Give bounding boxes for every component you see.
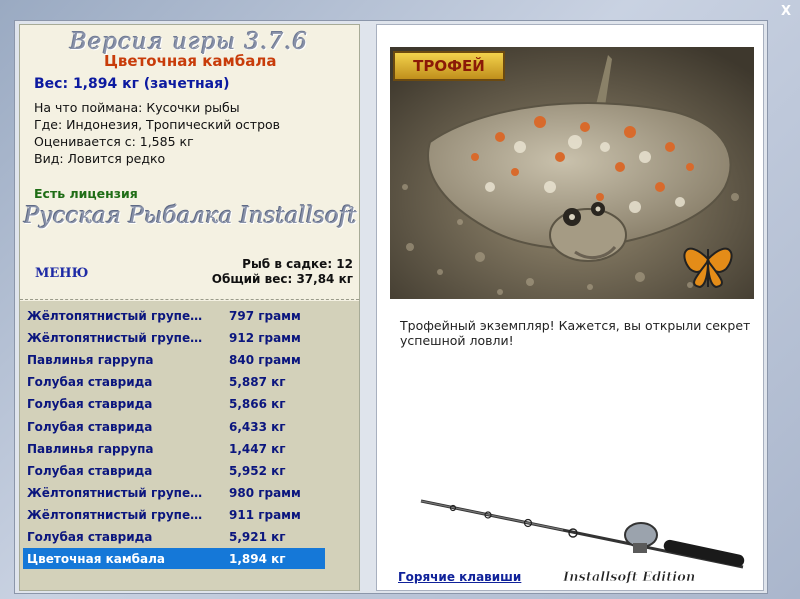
- rated-from-info: Оценивается с: 1,585 кг: [34, 134, 194, 149]
- license-status: Есть лицензия: [34, 186, 138, 201]
- close-button[interactable]: X: [778, 4, 794, 20]
- catch-fish-name: Жёлтопятнистый групе…: [27, 507, 203, 522]
- catch-list-row[interactable]: Голубая ставрида 5,866 кг: [23, 393, 325, 414]
- catch-fish-weight: 5,866 кг: [229, 397, 286, 412]
- catch-fish-weight: 912 грамм: [229, 331, 301, 346]
- catch-fish-name: Голубая ставрида: [27, 530, 153, 544]
- catch-fish-weight: 5,921 кг: [229, 530, 286, 544]
- divider: [20, 299, 359, 300]
- total-weight: Общий вес: 37,84 кг: [211, 272, 353, 286]
- catch-list-row[interactable]: Павлинья гаррупа 1,447 кг: [23, 438, 325, 459]
- fish-count: Рыб в садке: 12: [242, 257, 353, 271]
- catch-list-row[interactable]: Жёлтопятнистый групе… 912 грамм: [23, 327, 325, 348]
- catch-list-row[interactable]: Жёлтопятнистый групе… 911 грамм: [23, 504, 325, 525]
- species-info: Вид: Ловится редко: [34, 151, 166, 166]
- bait-info: На что поймана: Кусочки рыбы: [34, 100, 240, 115]
- catch-list-row[interactable]: Жёлтопятнистый групе… 980 грамм: [23, 482, 325, 503]
- fish-photo: ТРОФЕЙ: [390, 47, 754, 299]
- trophy-panel: ТРОФЕЙ Трофейный экземпляр! Кажется, вы …: [376, 24, 764, 591]
- catch-fish-name: Голубая ставрида: [27, 397, 153, 412]
- catch-fish-weight: 1,894 кг: [229, 552, 286, 567]
- catch-list[interactable]: Жёлтопятнистый групе… 797 грамм Жёлтопятни…: [20, 301, 359, 590]
- catch-list-row[interactable]: Голубая ставрида 6,433 кг: [23, 416, 325, 437]
- caught-fish-name: Цветочная камбала: [104, 52, 277, 70]
- flounder-image: [390, 47, 754, 299]
- catch-fish-weight: 1,447 кг: [229, 441, 286, 456]
- catch-fish-name: Жёлтопятнистый групе…: [27, 309, 203, 323]
- catch-fish-weight: 5,887 кг: [229, 375, 286, 390]
- catch-fish-name: Цветочная камбала: [27, 552, 165, 567]
- catch-info-panel: Версия игры 3.7.6 Цветочная камбала Вес:…: [19, 24, 360, 591]
- catch-fish-weight: 840 грамм: [229, 353, 301, 368]
- catch-fish-name: Голубая ставрида: [27, 419, 153, 434]
- catch-fish-name: Павлинья гаррупа: [27, 353, 154, 368]
- catch-list-row[interactable]: Жёлтопятнистый групе… 797 грамм: [23, 305, 325, 326]
- catch-list-row[interactable]: Цветочная камбала 1,894 кг: [23, 548, 325, 570]
- catch-fish-weight: 5,952 кг: [229, 463, 286, 478]
- catch-fish-name: Голубая ставрида: [27, 375, 153, 390]
- trophy-badge: ТРОФЕЙ: [393, 51, 505, 81]
- catch-list-row[interactable]: Голубая ставрида 5,887 кг: [23, 371, 325, 392]
- hotkeys-link[interactable]: Горячие клавиши: [398, 570, 521, 584]
- result-window: Версия игры 3.7.6 Цветочная камбала Вес:…: [14, 20, 768, 594]
- fish-weight: Вес: 1,894 кг (зачетная): [34, 76, 230, 92]
- trophy-message: Трофейный экземпляр! Кажется, вы открыли…: [400, 318, 751, 348]
- catch-list-row[interactable]: Голубая ставрида 5,952 кг: [23, 460, 325, 481]
- catch-fish-weight: 6,433 кг: [229, 419, 286, 434]
- catch-fish-name: Жёлтопятнистый групе…: [27, 485, 203, 500]
- menu-button[interactable]: МЕНЮ: [35, 266, 88, 281]
- catch-fish-name: Голубая ставрида: [27, 463, 153, 478]
- catch-fish-weight: 911 грамм: [229, 507, 301, 522]
- installsoft-edition-logo-text: Installsoft Edition: [562, 570, 695, 585]
- catch-details: На что поймана: Кусочки рыбы Где: Индоне…: [34, 99, 280, 167]
- catch-fish-weight: 797 грамм: [229, 309, 301, 323]
- keepnet-stats: Рыб в садке: 12 Общий вес: 37,84 кг: [212, 257, 353, 287]
- game-brand-title: Русская Рыбалка Installsoft: [24, 203, 357, 229]
- catch-fish-name: Павлинья гаррупа: [27, 441, 154, 456]
- catch-list-row[interactable]: Голубая ставрида 5,921 кг: [23, 526, 325, 547]
- catch-fish-weight: 980 грамм: [229, 485, 301, 500]
- catch-fish-name: Жёлтопятнистый групе…: [27, 331, 203, 346]
- catch-list-row[interactable]: Павлинья гаррупа 840 грамм: [23, 349, 325, 370]
- location-info: Где: Индонезия, Тропический остров: [34, 117, 281, 132]
